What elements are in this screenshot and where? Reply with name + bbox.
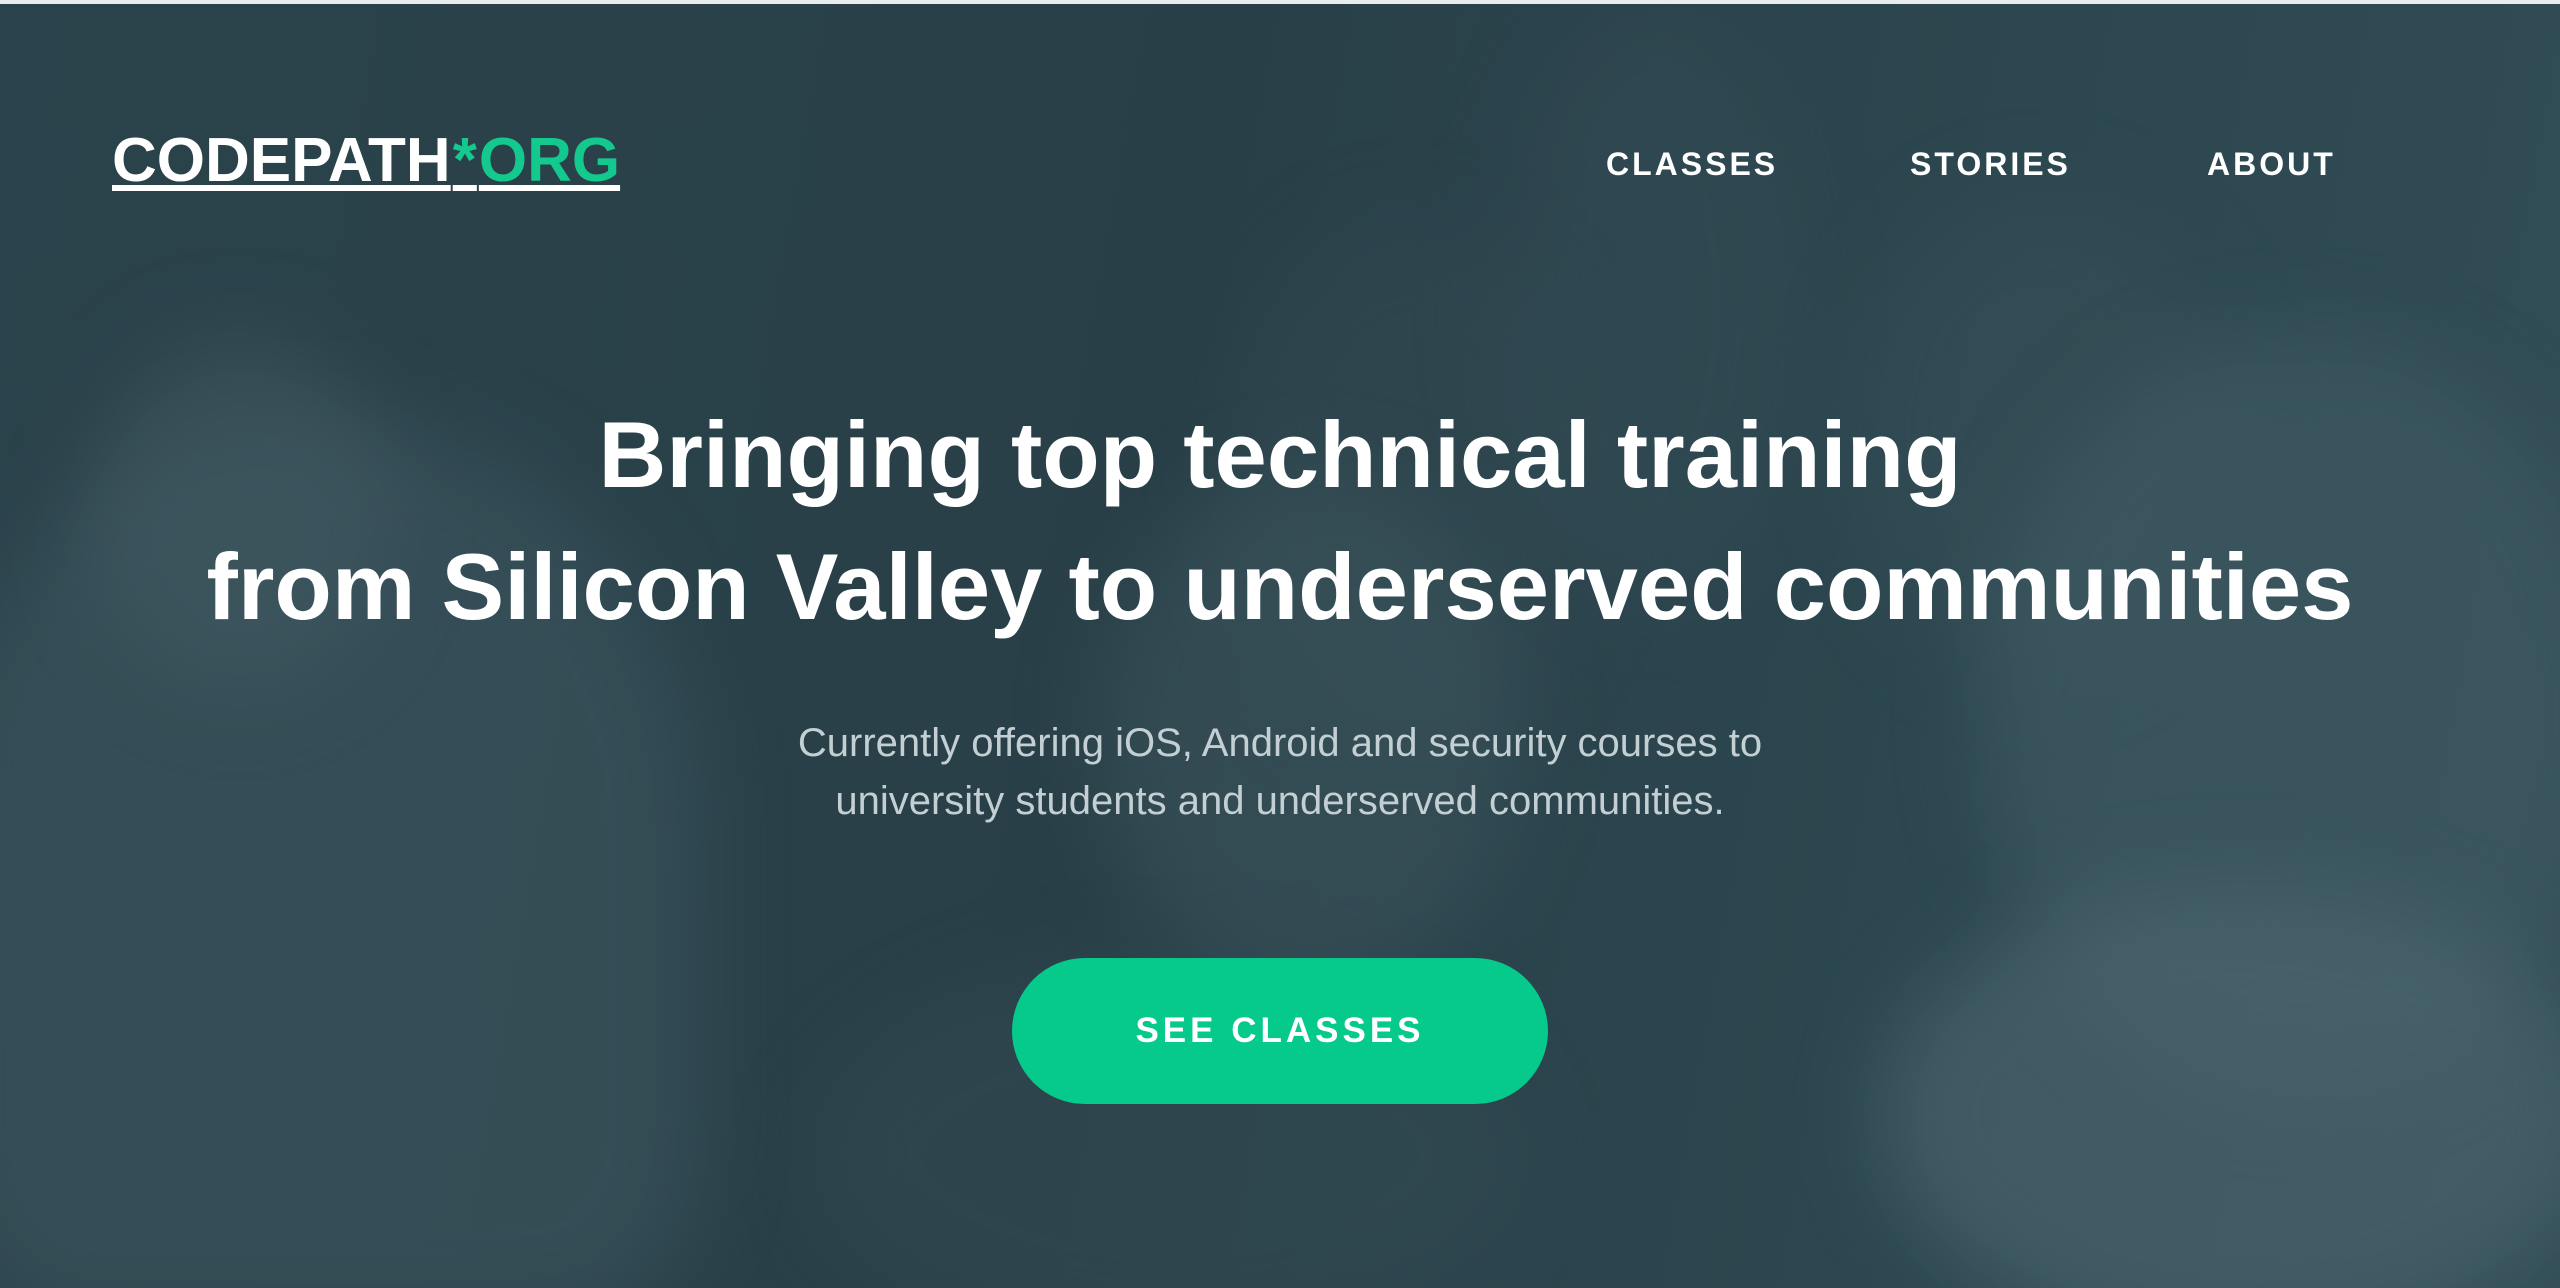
see-classes-button[interactable]: SEE CLASSES: [1012, 958, 1548, 1104]
hero-headline-line-2: from Silicon Valley to underserved commu…: [206, 534, 2354, 639]
nav-link-about[interactable]: ABOUT: [2207, 148, 2336, 180]
hero-section: CODEPATH*ORG CLASSES STORIES ABOUT Bring…: [0, 4, 2560, 1288]
site-logo[interactable]: CODEPATH*ORG: [112, 130, 620, 192]
top-navigation: CODEPATH*ORG CLASSES STORIES ABOUT: [0, 4, 2560, 192]
hero-headline: Bringing top technical training from Sil…: [0, 389, 2560, 653]
nav-link-stories[interactable]: STORIES: [1910, 148, 2071, 180]
hero-headline-line-1: Bringing top technical training: [598, 402, 1962, 507]
logo-suffix: ORG: [478, 126, 621, 195]
nav-link-classes[interactable]: CLASSES: [1606, 148, 1778, 180]
logo-asterisk-icon: *: [452, 126, 477, 195]
hero-subtext: Currently offering iOS, Android and secu…: [0, 714, 2560, 830]
hero-subtext-line-1: Currently offering iOS, Android and secu…: [797, 721, 1763, 765]
hero-subtext-line-2: university students and underserved comm…: [835, 779, 1725, 823]
logo-primary: CODEPATH: [112, 126, 451, 195]
